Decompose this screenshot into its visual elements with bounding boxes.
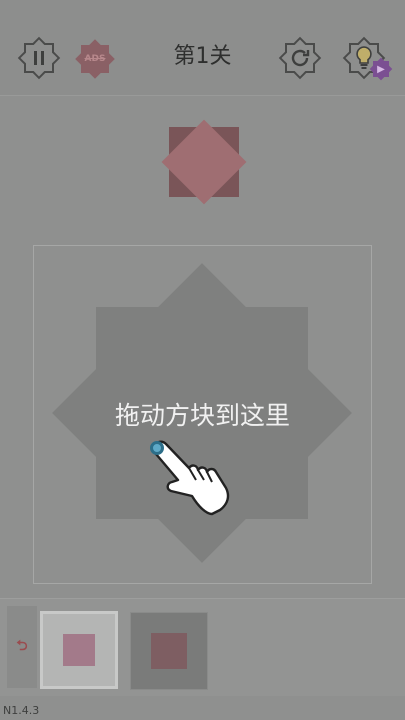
- video-hint-badge[interactable]: ▶: [369, 57, 393, 81]
- undo-button[interactable]: ⮌: [7, 606, 37, 688]
- tap-indicator: [150, 441, 164, 455]
- version-label: N1.4.3: [3, 704, 40, 717]
- tray-piece[interactable]: [130, 612, 208, 690]
- pause-button[interactable]: [17, 36, 61, 80]
- tray-piece-selected[interactable]: [40, 611, 118, 689]
- square-piece[interactable]: [63, 634, 95, 666]
- square-piece[interactable]: [151, 633, 187, 669]
- pause-icon: [34, 51, 44, 65]
- game-screen: ADS 第1关 ▶ 拖动方块到这里 ⮌ N1.4.3: [0, 0, 405, 720]
- level-title: 第1关: [173, 44, 232, 69]
- target-shape-preview: [160, 118, 248, 206]
- restart-icon: [291, 49, 310, 67]
- ads-label: ADS: [84, 54, 106, 64]
- drag-instruction: 拖动方块到这里: [114, 401, 290, 430]
- undo-icon: ⮌: [16, 638, 28, 654]
- restart-button[interactable]: [278, 36, 322, 80]
- video-icon: ▶: [377, 63, 385, 75]
- remove-ads-button[interactable]: ADS: [75, 39, 115, 79]
